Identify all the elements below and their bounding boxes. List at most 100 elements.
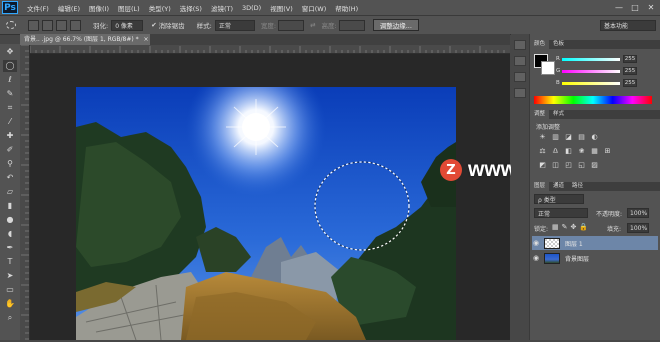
history-panel-icon[interactable] bbox=[514, 40, 526, 50]
menu-filter[interactable]: 滤镜(T) bbox=[211, 3, 233, 13]
dodge-tool-icon[interactable]: ◖ bbox=[3, 228, 17, 240]
watermark-logo: Z bbox=[440, 159, 462, 181]
lasso-tool-icon[interactable]: ℓ bbox=[3, 74, 17, 86]
document-tab-close-icon[interactable]: × bbox=[144, 36, 149, 43]
intersect-selection-icon[interactable] bbox=[70, 19, 81, 31]
opacity-input[interactable]: 100% bbox=[627, 208, 649, 218]
blue-value[interactable]: 255 bbox=[623, 79, 637, 87]
visibility-eye-icon[interactable]: ◉ bbox=[532, 254, 540, 262]
visibility-eye-icon[interactable]: ◉ bbox=[532, 239, 540, 247]
photo-filter-icon[interactable]: ❀ bbox=[577, 147, 586, 155]
tab-color[interactable]: 颜色 bbox=[530, 40, 550, 49]
vibrance-icon[interactable]: ◐ bbox=[590, 133, 599, 141]
exposure-icon[interactable]: ▤ bbox=[577, 133, 586, 141]
posterize-icon[interactable]: ◫ bbox=[551, 161, 560, 169]
color-spectrum-bar[interactable] bbox=[534, 96, 652, 104]
workspace-select[interactable]: 基本功能 bbox=[600, 19, 656, 31]
width-input[interactable] bbox=[278, 19, 305, 31]
menu-help[interactable]: 帮助(H) bbox=[335, 3, 358, 13]
red-slider[interactable] bbox=[562, 57, 620, 61]
style-select[interactable]: 正常 bbox=[214, 19, 255, 31]
layer-name[interactable]: 图层 1 bbox=[565, 239, 583, 248]
paragraph-panel-icon[interactable] bbox=[514, 88, 526, 98]
refine-edge-button[interactable]: 调整边缘... bbox=[372, 19, 419, 31]
menu-view[interactable]: 视图(V) bbox=[270, 3, 293, 13]
tab-adjustments[interactable]: 调整 bbox=[530, 110, 550, 119]
tab-swatches[interactable]: 色板 bbox=[549, 40, 568, 49]
character-panel-icon[interactable] bbox=[514, 72, 526, 82]
crop-tool-icon[interactable]: ⌗ bbox=[3, 102, 17, 114]
eyedropper-tool-icon[interactable]: ⁄ bbox=[3, 116, 17, 128]
layers-panel-tabs: 图层 通道 路径 bbox=[530, 182, 660, 191]
zoom-tool-icon[interactable]: ⌕ bbox=[3, 312, 17, 324]
hand-tool-icon[interactable]: ✋ bbox=[3, 298, 17, 310]
feather-input[interactable]: 0 像素 bbox=[111, 19, 144, 31]
fill-input[interactable]: 100% bbox=[627, 223, 649, 233]
selective-color-icon[interactable]: ▨ bbox=[590, 161, 599, 169]
elliptical-marquee-tool-icon[interactable]: ◯ bbox=[3, 60, 17, 72]
clone-stamp-tool-icon[interactable]: ⚲ bbox=[3, 158, 17, 170]
hue-saturation-icon[interactable]: ⚖ bbox=[538, 147, 547, 155]
swap-icon[interactable]: ⇄ bbox=[310, 21, 315, 29]
blur-tool-icon[interactable]: ● bbox=[3, 214, 17, 226]
eraser-tool-icon[interactable]: ▱ bbox=[3, 186, 17, 198]
height-input[interactable] bbox=[338, 19, 365, 31]
history-brush-tool-icon[interactable]: ↶ bbox=[3, 172, 17, 184]
layer-row-2[interactable]: ◉ 背景图层 bbox=[532, 251, 658, 265]
background-color-swatch[interactable] bbox=[541, 61, 555, 75]
add-to-selection-icon[interactable] bbox=[42, 19, 53, 31]
new-selection-icon[interactable] bbox=[28, 19, 39, 31]
red-slider-row: R 255 bbox=[556, 55, 637, 63]
antialias-checkbox-icon[interactable]: ✔ bbox=[151, 21, 156, 29]
subtract-from-selection-icon[interactable] bbox=[56, 19, 67, 31]
blend-mode-select[interactable]: 正常 bbox=[534, 208, 588, 218]
layer-name[interactable]: 背景图层 bbox=[565, 254, 589, 263]
color-balance-icon[interactable]: ♎ bbox=[551, 147, 560, 155]
lock-icons[interactable]: ▦✎✥🔒 bbox=[552, 223, 591, 231]
move-tool-icon[interactable]: ✥ bbox=[3, 46, 17, 58]
type-tool-icon[interactable]: T bbox=[3, 256, 17, 268]
curves-icon[interactable]: ◪ bbox=[564, 133, 573, 141]
healing-brush-tool-icon[interactable]: ✚ bbox=[3, 130, 17, 142]
invert-icon[interactable]: ◩ bbox=[538, 161, 547, 169]
levels-icon[interactable]: ▥ bbox=[551, 133, 560, 141]
green-value[interactable]: 255 bbox=[623, 67, 637, 75]
red-value[interactable]: 255 bbox=[623, 55, 637, 63]
layer-row-1[interactable]: ◉ 图层 1 bbox=[532, 236, 658, 250]
gradient-tool-icon[interactable]: ▮ bbox=[3, 200, 17, 212]
blue-slider[interactable] bbox=[562, 81, 620, 85]
pen-tool-icon[interactable]: ✒ bbox=[3, 242, 17, 254]
document-tab[interactable]: 背景.. .jpg @ 66.7% (图层 1, RGB/8#) * × bbox=[20, 34, 150, 45]
properties-panel-icon[interactable] bbox=[514, 56, 526, 66]
menu-3d[interactable]: 3D(D) bbox=[242, 4, 261, 12]
quick-selection-tool-icon[interactable]: ✎ bbox=[3, 88, 17, 100]
close-window-button[interactable]: ✕ bbox=[646, 3, 656, 13]
brush-tool-icon[interactable]: ✐ bbox=[3, 144, 17, 156]
green-slider[interactable] bbox=[562, 69, 620, 73]
menu-type[interactable]: 类型(Y) bbox=[149, 3, 171, 13]
menu-select[interactable]: 选择(S) bbox=[180, 3, 202, 13]
tab-paths[interactable]: 路径 bbox=[568, 182, 587, 191]
black-white-icon[interactable]: ◧ bbox=[564, 147, 573, 155]
elliptical-marquee-tool-preset-icon[interactable] bbox=[6, 21, 16, 29]
brightness-icon[interactable]: ☀ bbox=[538, 133, 547, 141]
menu-edit[interactable]: 编辑(E) bbox=[58, 3, 80, 13]
menu-image[interactable]: 图像(I) bbox=[89, 3, 109, 13]
minimize-button[interactable]: — bbox=[614, 3, 624, 13]
layer-kind-filter[interactable]: ρ 类型 bbox=[534, 194, 584, 204]
tab-layers[interactable]: 图层 bbox=[530, 182, 550, 191]
menu-window[interactable]: 窗口(W) bbox=[302, 3, 327, 13]
gradient-map-icon[interactable]: ◱ bbox=[577, 161, 586, 169]
height-label: 高度: bbox=[321, 22, 337, 30]
channel-mixer-icon[interactable]: ▦ bbox=[590, 147, 599, 155]
color-lookup-icon[interactable]: ⊞ bbox=[603, 147, 612, 155]
menu-file[interactable]: 文件(F) bbox=[27, 3, 49, 13]
tab-styles[interactable]: 样式 bbox=[549, 110, 568, 119]
threshold-icon[interactable]: ◰ bbox=[564, 161, 573, 169]
menu-layer[interactable]: 图层(L) bbox=[118, 3, 140, 13]
fill-label: 填充: bbox=[607, 226, 622, 233]
maximize-button[interactable]: □ bbox=[630, 3, 640, 13]
rectangle-tool-icon[interactable]: ▭ bbox=[3, 284, 17, 296]
tab-channels[interactable]: 通道 bbox=[549, 182, 568, 191]
path-selection-tool-icon[interactable]: ➤ bbox=[3, 270, 17, 282]
